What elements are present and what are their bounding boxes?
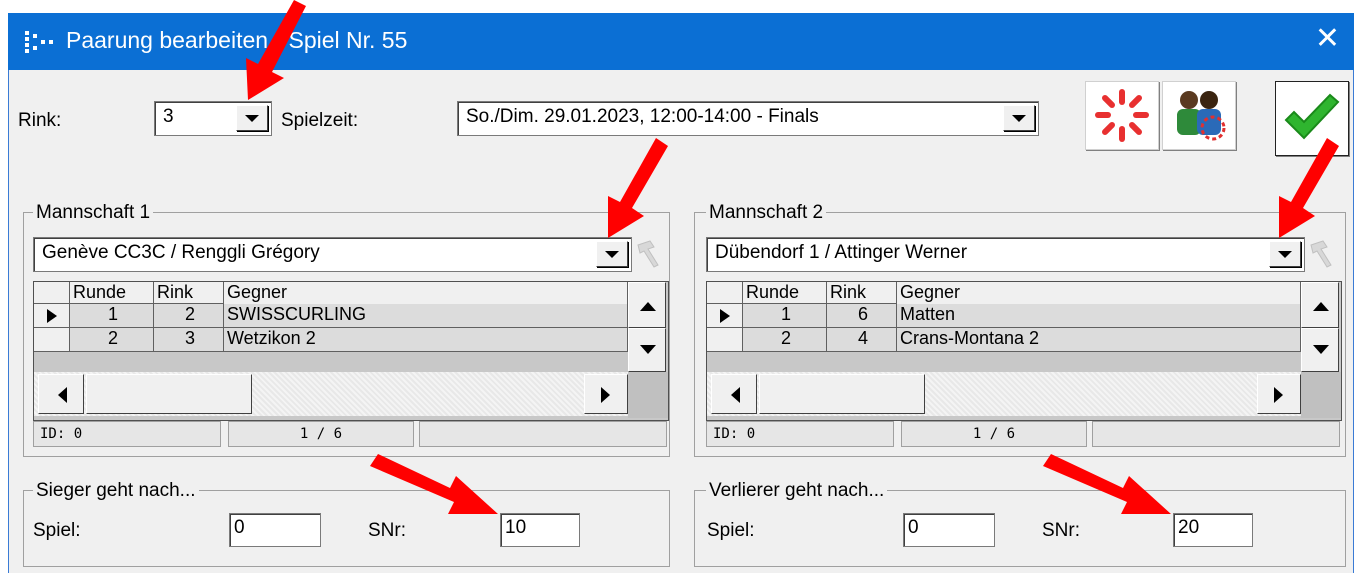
winner-group-title: Sieger geht nach... xyxy=(33,480,199,502)
scroll-up-button[interactable] xyxy=(628,282,666,328)
team1-selected: Genève CC3C / Renggli Grégory xyxy=(42,242,320,263)
team1-status-empty xyxy=(419,421,667,447)
team1-combobox[interactable]: Genève CC3C / Renggli Grégory xyxy=(33,237,632,272)
winner-spiel-label: Spiel: xyxy=(33,520,81,541)
team2-group-title: Mannschaft 2 xyxy=(706,202,827,224)
loser-snr-input[interactable]: 20 xyxy=(1173,513,1253,547)
tournament-bracket-icon xyxy=(25,31,53,53)
ok-button[interactable] xyxy=(1275,81,1349,156)
winner-snr-input[interactable]: 10 xyxy=(500,513,580,547)
team1-grid: Runde Rink Gegner 1 2 SWISSCURLING 2 3 W… xyxy=(33,281,669,421)
checkmark-ok-icon xyxy=(1284,93,1340,140)
scroll-thumb[interactable] xyxy=(759,374,925,414)
teams-button[interactable] xyxy=(1162,81,1236,150)
column-header[interactable]: Runde xyxy=(70,282,154,304)
column-header[interactable]: Runde xyxy=(743,282,827,304)
team2-status-position: 1 / 6 xyxy=(901,421,1087,447)
cell-rink[interactable]: 6 xyxy=(827,304,897,328)
rink-label: Rink: xyxy=(18,110,62,131)
cell-runde[interactable]: 2 xyxy=(70,328,154,352)
loser-snr-label: SNr: xyxy=(1042,520,1080,541)
scroll-up-button[interactable] xyxy=(1301,282,1339,328)
arrow-down-icon xyxy=(640,345,656,354)
team1-group-title: Mannschaft 1 xyxy=(33,202,154,224)
people-network-icon xyxy=(1177,91,1226,141)
column-header[interactable]: Rink xyxy=(154,282,224,304)
column-header[interactable]: Gegner xyxy=(897,282,1301,304)
scroll-left-button[interactable] xyxy=(38,374,84,414)
row-pointer-icon[interactable] xyxy=(34,304,70,328)
winner-spiel-input[interactable]: 0 xyxy=(229,513,321,547)
chevron-down-icon[interactable] xyxy=(236,105,268,131)
arrow-up-icon xyxy=(640,302,656,311)
scroll-down-button[interactable] xyxy=(628,328,666,372)
team2-status-empty xyxy=(1092,421,1340,447)
loser-spiel-label: Spiel: xyxy=(707,520,755,541)
hammer-icon[interactable] xyxy=(1307,237,1337,269)
cell-gegner[interactable]: Wetzikon 2 xyxy=(224,328,628,352)
chevron-down-icon[interactable] xyxy=(1003,105,1035,131)
row-indicator-header xyxy=(707,282,743,304)
cell-runde[interactable]: 2 xyxy=(743,328,827,352)
cell-rink[interactable]: 3 xyxy=(154,328,224,352)
scroll-thumb[interactable] xyxy=(86,374,252,414)
arrow-left-icon xyxy=(58,387,67,403)
team2-grid: Runde Rink Gegner 1 6 Matten 2 4 Crans-M… xyxy=(706,281,1342,421)
spielzeit-combobox[interactable]: So./Dim. 29.01.2023, 12:00-14:00 - Final… xyxy=(457,101,1039,136)
arrow-right-icon xyxy=(1274,387,1283,403)
close-icon[interactable]: ✕ xyxy=(1315,21,1340,56)
team2-selected: Dübendorf 1 / Attinger Werner xyxy=(715,242,968,263)
chevron-down-icon[interactable] xyxy=(596,241,628,267)
rink-value: 3 xyxy=(163,106,174,127)
scrollbar-corner xyxy=(1301,372,1341,418)
cell-runde[interactable]: 1 xyxy=(743,304,827,328)
column-header[interactable]: Rink xyxy=(827,282,897,304)
arrow-right-icon xyxy=(601,387,610,403)
team1-status-position: 1 / 6 xyxy=(228,421,414,447)
cell-runde[interactable]: 1 xyxy=(70,304,154,328)
team2-combobox[interactable]: Dübendorf 1 / Attinger Werner xyxy=(706,237,1305,272)
scrollbar-corner xyxy=(628,372,668,418)
rink-combobox[interactable]: 3 xyxy=(154,101,272,136)
team2-status-id: ID: 0 xyxy=(706,421,894,447)
scroll-left-button[interactable] xyxy=(711,374,757,414)
row-indicator[interactable] xyxy=(34,328,70,352)
title-bar[interactable]: Paarung bearbeiten - Spiel Nr. 55 ✕ xyxy=(8,13,1354,70)
cell-gegner[interactable]: SWISSCURLING xyxy=(224,304,628,328)
scroll-right-button[interactable] xyxy=(584,374,628,414)
cell-rink[interactable]: 4 xyxy=(827,328,897,352)
window-title: Paarung bearbeiten - Spiel Nr. 55 xyxy=(66,27,408,53)
arrow-down-icon xyxy=(1313,345,1329,354)
spielzeit-label: Spielzeit: xyxy=(281,110,359,131)
loser-group-title: Verlierer geht nach... xyxy=(706,480,888,502)
scroll-right-button[interactable] xyxy=(1257,374,1301,414)
loser-spiel-input[interactable]: 0 xyxy=(903,513,995,547)
row-indicator[interactable] xyxy=(707,328,743,352)
spielzeit-value: So./Dim. 29.01.2023, 12:00-14:00 - Final… xyxy=(466,106,819,127)
arrow-left-icon xyxy=(731,387,740,403)
arrow-up-icon xyxy=(1313,302,1329,311)
loading-spinner-icon xyxy=(1095,89,1149,142)
cell-gegner[interactable]: Crans-Montana 2 xyxy=(897,328,1301,352)
winner-snr-label: SNr: xyxy=(368,520,406,541)
chevron-down-icon[interactable] xyxy=(1269,241,1301,267)
column-header[interactable]: Gegner xyxy=(224,282,628,304)
team1-status-id: ID: 0 xyxy=(33,421,221,447)
row-indicator-header xyxy=(34,282,70,304)
cell-gegner[interactable]: Matten xyxy=(897,304,1301,328)
reset-button[interactable] xyxy=(1085,81,1159,150)
hammer-icon[interactable] xyxy=(634,237,664,269)
scroll-down-button[interactable] xyxy=(1301,328,1339,372)
cell-rink[interactable]: 2 xyxy=(154,304,224,328)
row-pointer-icon[interactable] xyxy=(707,304,743,328)
